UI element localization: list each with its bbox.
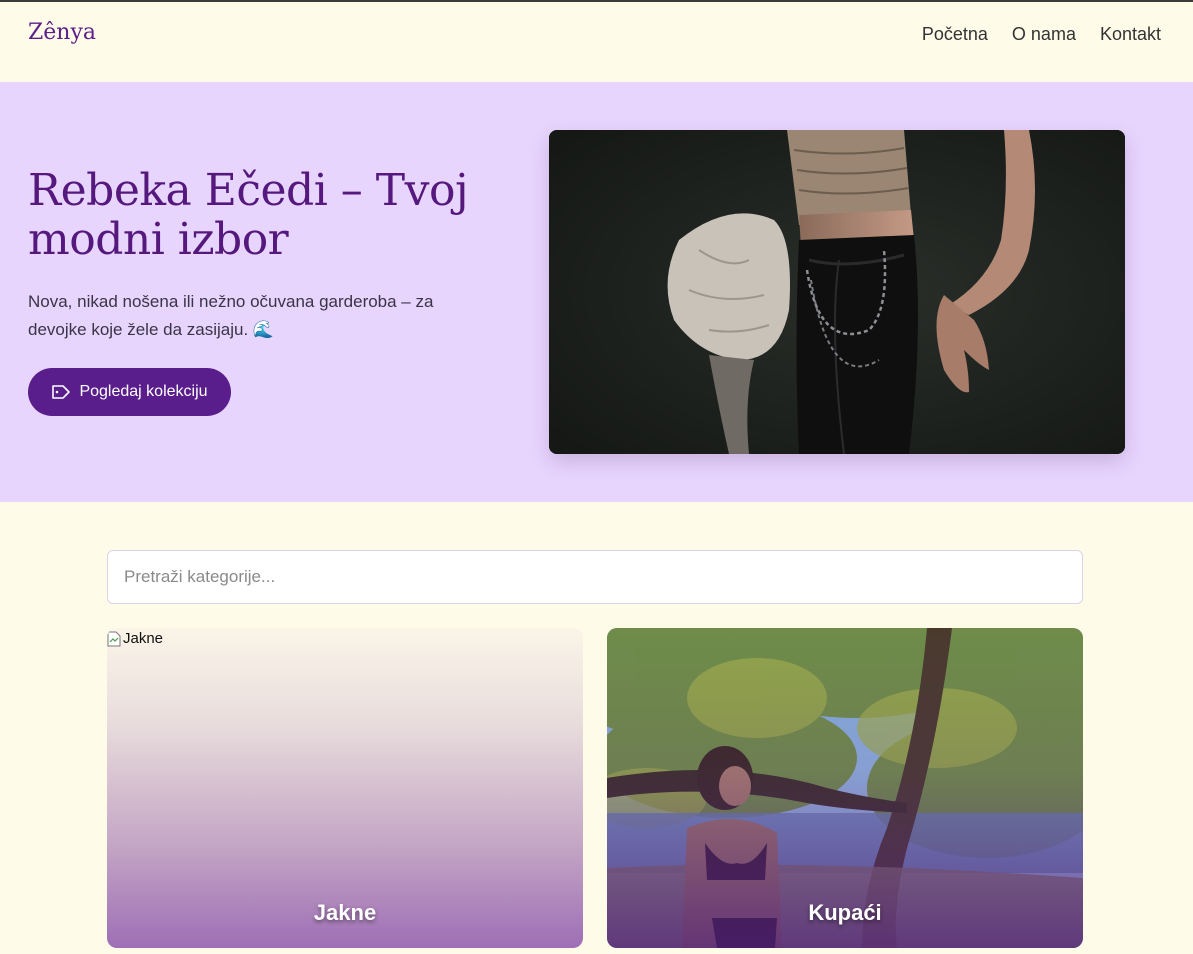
category-label: Kupaći — [808, 900, 882, 925]
broken-image-alt: Jakne — [123, 630, 164, 647]
main-nav: Početna O nama Kontakt — [922, 24, 1161, 45]
category-card-jakne[interactable]: Jakne Jakne — [107, 628, 583, 948]
hero-section: Rebeka Ečedi – Tvoj modni izbor Nova, ni… — [0, 82, 1193, 502]
site-logo[interactable]: Zênya — [28, 20, 96, 45]
view-collection-label: Pogledaj kolekciju — [79, 383, 208, 400]
view-collection-button[interactable]: Pogledaj kolekciju — [28, 368, 231, 416]
nav-link-contact[interactable]: Kontakt — [1100, 24, 1161, 45]
hero-subtitle: Nova, nikad nošena ili nežno očuvana gar… — [28, 292, 434, 339]
hero-title: Rebeka Ečedi – Tvoj modni izbor — [28, 165, 469, 265]
hero-image — [549, 130, 1125, 454]
tag-icon — [52, 385, 71, 399]
category-card-kupaci[interactable]: Kupaći — [607, 628, 1083, 948]
category-search-input[interactable] — [107, 550, 1083, 604]
nav-link-home[interactable]: Početna — [922, 24, 988, 45]
category-label: Jakne — [313, 900, 377, 925]
site-header: Zênya Početna O nama Kontakt — [0, 2, 1193, 82]
broken-image-icon — [107, 631, 121, 646]
broken-image: Jakne — [107, 630, 163, 647]
nav-link-about[interactable]: O nama — [1012, 24, 1076, 45]
